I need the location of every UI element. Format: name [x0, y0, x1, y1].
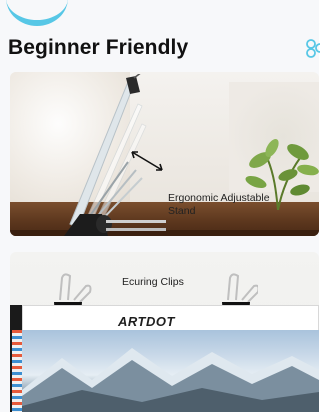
stand-illustration	[64, 74, 166, 236]
stand-feature-card: Ergonomic Adjustable Stand	[10, 72, 319, 236]
share-icon[interactable]	[305, 38, 320, 58]
page: Beginner Friendly Ergonomic Adjustable S…	[0, 0, 320, 412]
brand-logo: ARTDOT	[118, 314, 175, 329]
mountain-artwork	[22, 348, 319, 412]
top-arc-decoration	[6, 0, 68, 26]
section-title: Beginner Friendly	[8, 36, 189, 59]
stand-caption: Ergonomic Adjustable Stand	[168, 192, 270, 217]
color-chart-strip	[12, 330, 22, 412]
clips-caption: Ecuring Clips	[122, 276, 184, 288]
